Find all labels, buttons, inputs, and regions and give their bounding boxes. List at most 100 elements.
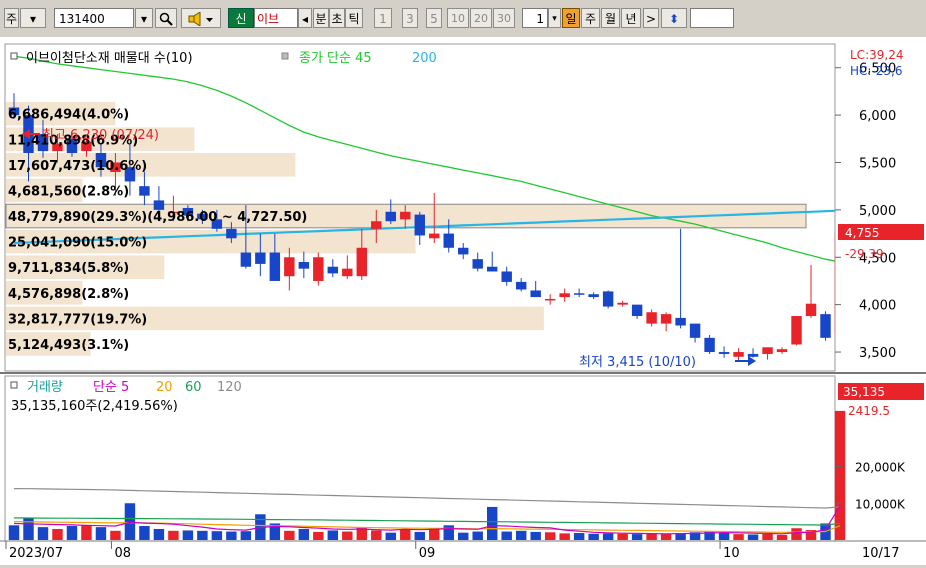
volume-bar bbox=[515, 530, 527, 540]
volume-bar bbox=[617, 533, 628, 540]
volume-title: 거래량 bbox=[27, 380, 63, 395]
last-volume: 35,135 bbox=[843, 385, 885, 399]
candle-body bbox=[660, 314, 672, 324]
price-tick-label: 5,500 bbox=[859, 156, 896, 171]
price-tick-label: 4,000 bbox=[859, 299, 896, 314]
candle-body bbox=[733, 352, 744, 357]
sound-button[interactable] bbox=[181, 8, 221, 28]
updown-icon[interactable]: ⬍ bbox=[661, 8, 687, 28]
candle-body bbox=[617, 302, 628, 305]
volume-bar bbox=[791, 528, 802, 540]
price-tick-label: 6,000 bbox=[859, 109, 896, 124]
interval-button-20[interactable]: 20 bbox=[470, 8, 492, 28]
volume-bar bbox=[124, 503, 136, 540]
interval-button-1[interactable]: 1 bbox=[374, 8, 392, 28]
interval-button-30[interactable]: 30 bbox=[493, 8, 515, 28]
week-button[interactable]: 주 bbox=[581, 8, 600, 28]
month-button[interactable]: 월 bbox=[601, 8, 620, 28]
candle-body bbox=[704, 337, 715, 353]
volume-bar bbox=[52, 528, 63, 540]
last-volume-pct: 2419.5 bbox=[848, 404, 890, 418]
candle-body bbox=[559, 293, 570, 298]
volume-bar bbox=[747, 534, 759, 540]
ma200-legend: 200 bbox=[412, 51, 437, 66]
interval-input[interactable]: 1 bbox=[522, 8, 548, 28]
year-button[interactable]: 년 bbox=[621, 8, 641, 28]
chart-area: 6,686,494(4.0%) 11,410,898(6.9%) 17,607,47… bbox=[0, 37, 926, 565]
volume-bar bbox=[588, 533, 599, 540]
volume-bar bbox=[168, 530, 179, 540]
volume-bar bbox=[153, 528, 165, 540]
volume-bar bbox=[298, 528, 310, 540]
toolbar: 주 ▾ 131400 ▾ 신 이브 ◂ 분 초 틱 1 3 5 10 20 30… bbox=[0, 0, 926, 38]
volume-bar bbox=[602, 533, 614, 540]
legend-marker-ma bbox=[281, 52, 289, 60]
volume-bar bbox=[95, 527, 107, 540]
volume-profile-label: 32,817,777(19.7%) bbox=[8, 312, 147, 327]
volume-bar bbox=[284, 530, 295, 540]
volume-bar bbox=[371, 530, 382, 540]
candle-body bbox=[820, 314, 831, 338]
candle-body bbox=[530, 290, 541, 298]
volume-bar bbox=[573, 533, 585, 540]
stock-code-input[interactable]: 131400 bbox=[54, 8, 134, 28]
candle-body bbox=[284, 257, 295, 277]
candle-body bbox=[718, 352, 730, 354]
volume-bar bbox=[472, 531, 483, 540]
volume-ma5-legend: 단순 5 bbox=[93, 380, 129, 395]
candle-body bbox=[472, 259, 483, 269]
candle-body bbox=[139, 186, 150, 196]
volume-bar bbox=[733, 534, 744, 540]
interval-dropdown[interactable]: ▾ bbox=[548, 8, 561, 28]
price-tick-label: 3,500 bbox=[859, 346, 896, 361]
candle-body bbox=[269, 252, 281, 281]
volume-profile-label: 4,681,560(2.8%) bbox=[8, 184, 129, 199]
volume-bar bbox=[400, 528, 411, 540]
second-button[interactable]: 초 bbox=[329, 8, 345, 28]
prev-button[interactable]: ◂ bbox=[298, 8, 312, 28]
candle-body bbox=[544, 298, 556, 301]
minute-button[interactable]: 분 bbox=[313, 8, 329, 28]
volume-bar bbox=[544, 532, 556, 540]
candle-body bbox=[226, 228, 237, 239]
volume-profile-label: 9,711,834(5.8%) bbox=[8, 261, 129, 276]
volume-bar bbox=[559, 533, 570, 540]
volume-bar bbox=[110, 530, 121, 540]
volume-bar bbox=[646, 533, 657, 540]
volume-bar bbox=[197, 530, 208, 540]
volume-ma60-legend: 60 bbox=[185, 380, 202, 395]
volume-bar bbox=[501, 531, 512, 540]
candle-body bbox=[153, 200, 165, 210]
shin-button[interactable]: 신 bbox=[228, 8, 254, 28]
interval-button-3[interactable]: 3 bbox=[402, 8, 418, 28]
tick-button[interactable]: 틱 bbox=[345, 8, 363, 28]
candle-body bbox=[646, 312, 657, 324]
interval-button-5[interactable]: 5 bbox=[426, 8, 442, 28]
hc-label: HC:-23,6 bbox=[850, 64, 903, 78]
candle-body bbox=[443, 233, 454, 248]
lc-label: LC:39,24 bbox=[850, 48, 903, 62]
candle-body bbox=[486, 266, 498, 272]
volume-bar bbox=[834, 410, 846, 540]
ma45-legend: 종가 단순 45 bbox=[299, 51, 372, 66]
extra-input[interactable] bbox=[690, 8, 734, 28]
volume-bar bbox=[81, 525, 92, 540]
code-dropdown-button[interactable]: ▾ bbox=[135, 8, 153, 28]
chevron-down-icon: ▾ bbox=[29, 12, 37, 26]
interval-button-10[interactable]: 10 bbox=[447, 8, 469, 28]
volume-profile-label: 4,576,898(2.8%) bbox=[8, 287, 129, 302]
day-button[interactable]: 일 bbox=[562, 8, 580, 28]
volume-bar bbox=[718, 532, 730, 540]
volume-bar bbox=[429, 528, 440, 540]
market-type-label[interactable]: 주 bbox=[4, 8, 19, 28]
high-annotation: 최고 6,230 (07/24) bbox=[22, 128, 159, 143]
market-dropdown[interactable]: ▾ bbox=[20, 8, 46, 28]
candle-body bbox=[255, 252, 266, 264]
search-button[interactable] bbox=[155, 8, 177, 28]
volume-bar bbox=[631, 534, 643, 540]
candle-body bbox=[573, 293, 585, 295]
chart-title: 이브이첨단소재 매물대 수(10) bbox=[26, 51, 193, 66]
volume-bar bbox=[211, 531, 223, 540]
volume-bar bbox=[182, 530, 194, 540]
next-button[interactable]: > bbox=[643, 8, 659, 28]
